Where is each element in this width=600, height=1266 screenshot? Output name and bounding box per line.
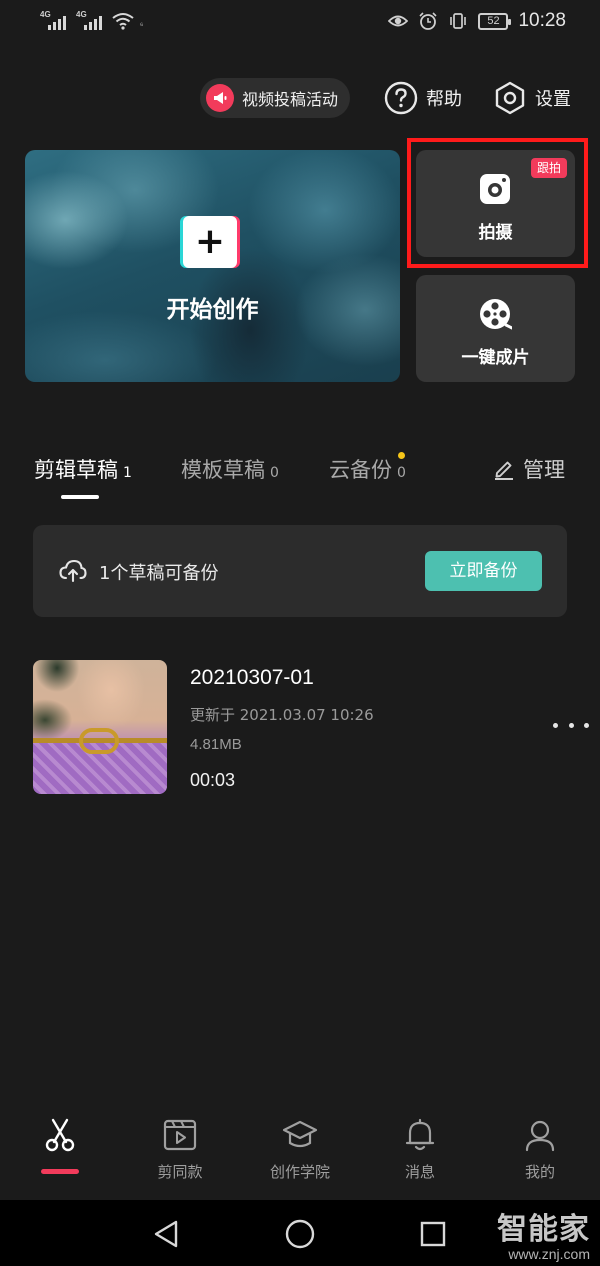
system-navigation-bar: 智能家 www.znj.com [0, 1200, 600, 1266]
alarm-icon [419, 12, 438, 30]
backup-banner: 1个草稿可备份 立即备份 [33, 525, 567, 617]
more-dot-icon [584, 722, 589, 728]
notification-dot [398, 452, 405, 459]
draft-duration: 00:03 [190, 770, 236, 790]
help-label: 帮助 [426, 89, 462, 110]
nav-edit[interactable] [0, 1105, 120, 1200]
nav-label: 剪同款 [157, 1163, 203, 1181]
watermark-url: www.znj.com [508, 1246, 590, 1262]
nav-same-template[interactable]: 剪同款 [120, 1105, 240, 1200]
plus-glyph: + [194, 221, 226, 262]
help-circle-icon [384, 81, 418, 115]
draft-updated-time: 更新于 2021.03.07 10:26 [190, 706, 374, 724]
follow-shoot-badge: 跟拍 [530, 158, 567, 178]
manage-button[interactable]: 管理 [493, 454, 565, 484]
nav-label: 我的 [524, 1163, 555, 1181]
plus-icon: + [183, 216, 237, 268]
backup-available-text: 1个草稿可备份 [99, 563, 219, 584]
megaphone-icon [206, 84, 234, 112]
tab-cloud-backup[interactable]: 云备份 0 [329, 454, 406, 484]
wifi-icon [112, 13, 134, 30]
home-circle-icon[interactable] [280, 1214, 320, 1254]
draft-list-item[interactable]: 20210307-01 更新于 2021.03.07 10:26 4.81MB … [33, 660, 600, 796]
thumbnail-ribbon-knot [79, 728, 119, 754]
sim2-signal-icon: 4G [76, 10, 102, 30]
more-dot-icon [568, 722, 574, 728]
tab-label: 模板草稿 [181, 458, 265, 482]
film-reel-icon [480, 299, 512, 330]
draft-file-size: 4.81MB [190, 736, 242, 753]
battery-level: 52 [487, 15, 500, 27]
bottom-navigation: 剪同款 创作学院 消息 我的 [0, 1105, 600, 1200]
template-play-icon [163, 1119, 197, 1151]
tab-label: 云备份 [329, 458, 392, 482]
bell-icon [405, 1118, 435, 1151]
tab-edit-drafts[interactable]: 剪辑草稿 1 [34, 454, 132, 484]
nav-creator-academy[interactable]: 创作学院 [240, 1105, 360, 1200]
more-dot-icon [553, 722, 558, 728]
vibrate-icon [450, 13, 467, 29]
manage-label: 管理 [523, 458, 565, 482]
nav-messages[interactable]: 消息 [360, 1105, 480, 1200]
one-click-film-label: 一键成片 [461, 348, 530, 368]
tab-label: 剪辑草稿 [34, 458, 118, 482]
backup-now-button[interactable]: 立即备份 [425, 551, 542, 591]
status-left: 4G 4G ⁶ [40, 10, 144, 30]
tab-count: 0 [270, 465, 279, 481]
graduation-cap-icon [282, 1120, 318, 1148]
eye-comfort-icon [388, 15, 409, 27]
site-watermark: 智能家 www.znj.com [497, 1204, 590, 1262]
more-options-button[interactable] [553, 718, 589, 732]
draft-thumbnail [33, 660, 167, 794]
cloud-upload-icon [59, 559, 87, 583]
shoot-card[interactable]: 跟拍 拍摄 [416, 150, 575, 257]
back-triangle-icon[interactable] [146, 1214, 186, 1254]
nav-profile[interactable]: 我的 [480, 1105, 600, 1200]
nav-label: 创作学院 [269, 1163, 330, 1181]
settings-label: 设置 [535, 89, 571, 110]
nav-active-indicator [41, 1169, 79, 1174]
video-submission-activity-button[interactable]: 视频投稿活动 [200, 78, 351, 118]
one-click-film-card[interactable]: 一键成片 [416, 275, 575, 382]
scissors-icon [45, 1118, 75, 1152]
person-icon [525, 1120, 555, 1152]
tab-count: 0 [397, 465, 406, 481]
tab-template-drafts[interactable]: 模板草稿 0 [181, 454, 279, 484]
camera-icon [480, 174, 510, 204]
status-right: 52 10:28 [388, 10, 566, 32]
start-creating-card[interactable]: + 开始创作 [25, 150, 400, 382]
recents-square-icon[interactable] [413, 1214, 453, 1254]
activity-label: 视频投稿活动 [242, 90, 339, 109]
pencil-icon [495, 461, 513, 480]
status-bar: 4G 4G ⁶ 52 10:28 [0, 0, 600, 48]
watermark-title: 智能家 [497, 1212, 590, 1247]
status-extra-tag: ⁶ [140, 21, 144, 30]
sim1-signal-icon: 4G [40, 10, 66, 30]
draft-name: 20210307-01 [190, 666, 314, 689]
active-tab-indicator [61, 495, 99, 499]
help-button[interactable]: 帮助 [384, 81, 462, 115]
hexagon-settings-icon [495, 81, 525, 115]
nav-label: 消息 [404, 1163, 435, 1181]
battery-icon: 52 [478, 12, 512, 30]
clock: 10:28 [518, 10, 566, 31]
start-creating-label: 开始创作 [166, 297, 259, 323]
shoot-label: 拍摄 [478, 223, 513, 243]
tab-count: 1 [123, 465, 132, 481]
settings-button[interactable]: 设置 [493, 81, 571, 115]
